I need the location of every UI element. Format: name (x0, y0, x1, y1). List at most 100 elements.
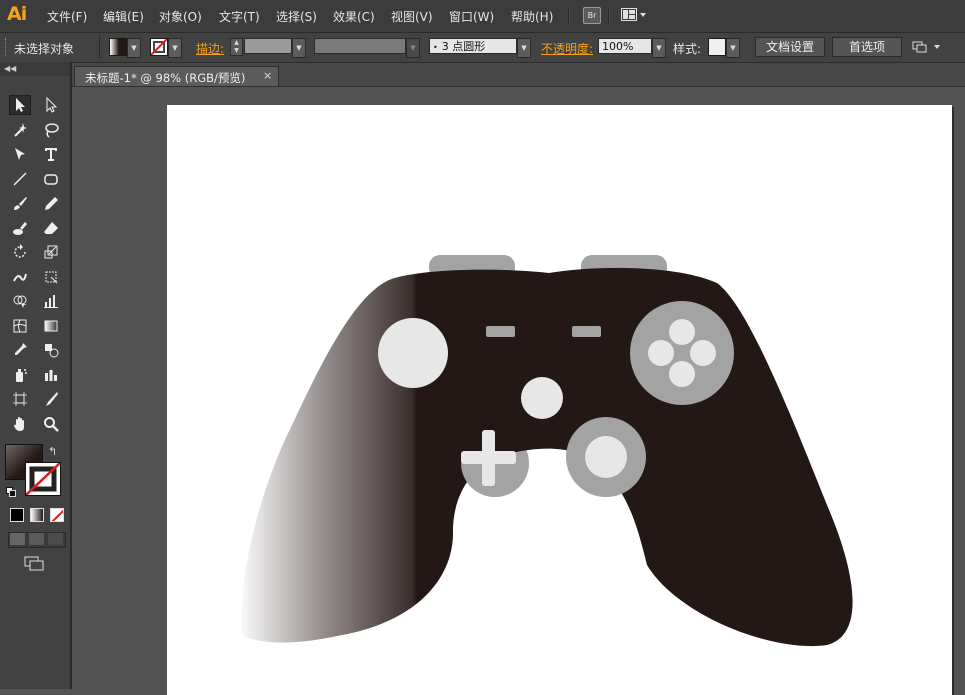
workspace-layout-icon[interactable] (621, 8, 649, 22)
screen-mode-icon[interactable] (24, 556, 46, 572)
home-button[interactable] (521, 377, 563, 419)
zoom-tool-button[interactable] (40, 414, 62, 434)
free-transform-tool-icon (45, 271, 58, 283)
draw-normal-icon[interactable] (10, 533, 25, 545)
variable-width-dropdown[interactable]: ▼ (406, 38, 420, 58)
swap-fill-stroke-icon[interactable]: ↰ (48, 445, 57, 458)
none-mode-button[interactable] (50, 508, 64, 522)
selection-tool-button[interactable] (9, 95, 31, 115)
pencil-tool-icon (45, 197, 58, 210)
stroke-swatch[interactable] (150, 38, 168, 56)
stroke-weight-field[interactable] (244, 38, 292, 54)
start-button[interactable] (572, 326, 601, 337)
face-button-right[interactable] (690, 340, 716, 366)
opacity-label[interactable]: 不透明度: (541, 40, 593, 57)
warp-tool-button[interactable] (9, 267, 31, 287)
line-segment-tool-button[interactable] (9, 169, 31, 189)
zoom-tool-icon (44, 416, 59, 432)
left-thumb-button[interactable] (378, 318, 448, 388)
menu-separator (608, 6, 610, 26)
close-icon[interactable]: × (263, 69, 272, 82)
stroke-dropdown[interactable]: ▼ (168, 38, 182, 58)
eraser-tool-button[interactable] (40, 218, 62, 238)
stroke-color-box[interactable] (25, 462, 61, 496)
gradient-tool-button[interactable] (40, 316, 62, 336)
menu-file[interactable]: 文件(F) (47, 8, 87, 25)
eyedropper-tool-button[interactable] (9, 340, 31, 360)
preferences-button[interactable]: 首选项 (832, 37, 902, 57)
face-button-left[interactable] (648, 340, 674, 366)
scale-tool-icon (44, 245, 58, 259)
lasso-tool-button[interactable] (40, 120, 62, 140)
artboard[interactable] (167, 105, 952, 695)
artboard-tool-button[interactable] (9, 389, 31, 409)
menu-object[interactable]: 对象(O) (159, 8, 202, 25)
style-dropdown[interactable]: ▼ (726, 38, 740, 58)
draw-behind-icon[interactable] (29, 533, 44, 545)
menu-type[interactable]: 文字(T) (219, 8, 260, 25)
stroke-label[interactable]: 描边: (196, 40, 224, 57)
fill-dropdown[interactable]: ▼ (127, 38, 141, 58)
graph-tool-button[interactable] (40, 291, 62, 311)
opacity-dropdown[interactable]: ▼ (652, 38, 666, 58)
variable-width-profile[interactable] (314, 38, 406, 54)
scale-tool-button[interactable] (40, 242, 62, 262)
paintbrush-tool-button[interactable] (9, 193, 31, 213)
brush-definition-field[interactable]: • 3 点圆形 (429, 38, 517, 54)
panel-grip[interactable] (5, 38, 9, 56)
right-stick-cap[interactable] (585, 436, 627, 478)
bridge-button[interactable]: Br (583, 7, 601, 24)
tools-panel-header[interactable]: ◀◀ (0, 62, 70, 76)
menu-select[interactable]: 选择(S) (276, 8, 317, 25)
fill-swatch[interactable] (109, 38, 127, 56)
draw-inside-icon[interactable] (48, 533, 63, 545)
default-fill-stroke-icon[interactable] (6, 486, 16, 497)
none-stroke-icon (26, 463, 60, 495)
brush-dropdown[interactable]: ▼ (517, 38, 531, 58)
game-controller-artwork[interactable] (167, 105, 952, 695)
face-button-bottom[interactable] (669, 361, 695, 387)
blend-tool-button[interactable] (40, 340, 62, 360)
slice-tool-icon (46, 392, 58, 406)
stroke-weight-dropdown[interactable]: ▼ (292, 38, 306, 58)
menu-view[interactable]: 视图(V) (391, 8, 433, 25)
direct-selection-tool-button[interactable] (40, 95, 62, 115)
symbol-sprayer-tool-button[interactable] (9, 365, 31, 385)
rounded-rectangle-tool-button[interactable] (40, 169, 62, 189)
slice-tool-button[interactable] (40, 389, 62, 409)
pen-tool-button[interactable] (9, 144, 31, 164)
shape-builder-tool-button[interactable] (9, 291, 31, 311)
eraser-tool-icon (44, 221, 58, 234)
menu-help[interactable]: 帮助(H) (511, 8, 553, 25)
menu-edit[interactable]: 编辑(E) (103, 8, 144, 25)
control-separator (99, 36, 100, 58)
select-button[interactable] (486, 326, 515, 337)
hand-tool-icon (14, 416, 24, 431)
menu-window[interactable]: 窗口(W) (449, 8, 494, 25)
type-tool-icon (45, 148, 57, 161)
menu-effect[interactable]: 效果(C) (333, 8, 375, 25)
opacity-field[interactable]: 100% (598, 38, 652, 54)
column-graph-tool-button[interactable] (40, 365, 62, 385)
hand-tool-button[interactable] (9, 414, 31, 434)
document-tab[interactable]: 未标题-1* @ 98% (RGB/预览) × (74, 66, 279, 86)
type-tool-button[interactable] (40, 144, 62, 164)
dpad-horizontal[interactable] (461, 451, 516, 464)
face-button-top[interactable] (669, 319, 695, 345)
mesh-tool-button[interactable] (9, 316, 31, 336)
arrange-documents-icon[interactable] (912, 40, 942, 54)
document-setup-button[interactable]: 文档设置 (755, 37, 825, 57)
selection-tool-icon (16, 98, 25, 112)
stroke-weight-stepper[interactable]: ▲ ▼ (230, 38, 243, 56)
pencil-tool-button[interactable] (40, 193, 62, 213)
rotate-tool-button[interactable] (9, 242, 31, 262)
controller-body[interactable] (241, 267, 853, 647)
gradient-mode-button[interactable] (30, 508, 44, 522)
selection-status: 未选择对象 (14, 42, 75, 56)
blob-brush-tool-button[interactable] (9, 218, 31, 238)
free-transform-tool-button[interactable] (40, 267, 62, 287)
color-mode-button[interactable] (10, 508, 24, 522)
collapse-panel-icon[interactable]: ◀◀ (4, 64, 16, 73)
magic-wand-tool-button[interactable] (9, 120, 31, 140)
style-swatch[interactable] (708, 38, 726, 56)
